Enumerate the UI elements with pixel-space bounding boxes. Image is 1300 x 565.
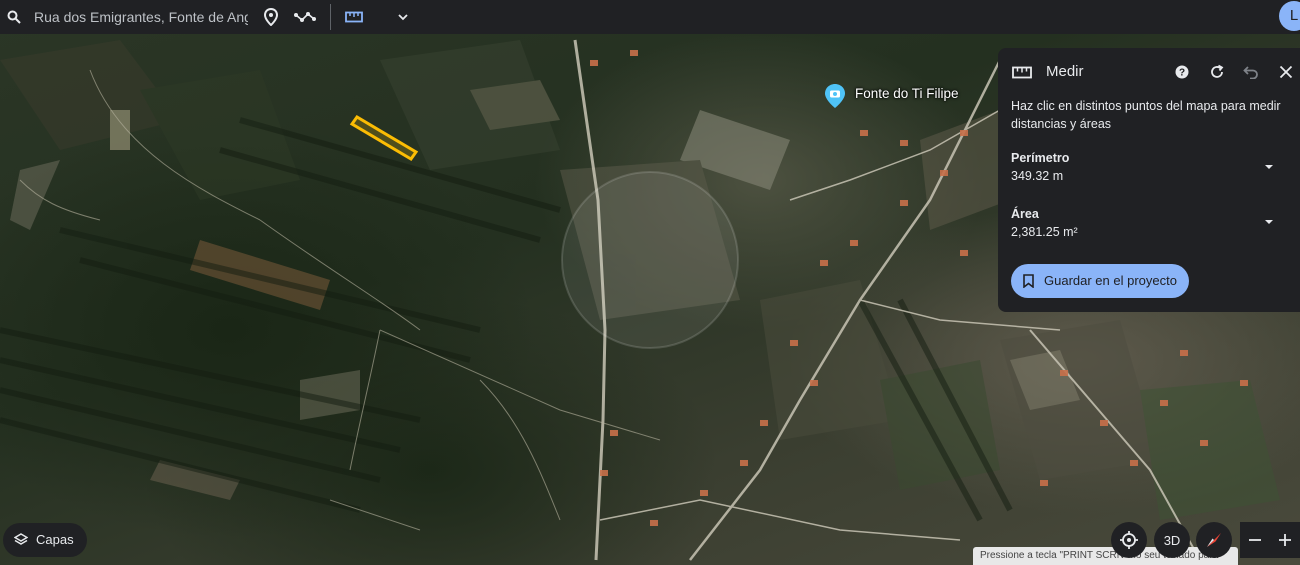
search-icon[interactable] (6, 0, 22, 34)
zoom-out-button[interactable] (1240, 522, 1270, 558)
measure-panel: Medir ? Haz clic en distintos puntos del… (998, 48, 1300, 312)
camera-pin-icon (825, 84, 845, 108)
layers-label: Capas (36, 532, 74, 547)
perimeter-label: Perímetro (1011, 151, 1070, 165)
ruler-icon[interactable] (344, 0, 364, 34)
help-icon[interactable]: ? (1170, 60, 1194, 84)
bookmark-icon (1023, 274, 1034, 288)
zoom-in-button[interactable] (1270, 522, 1300, 558)
save-to-project-button[interactable]: Guardar en el proyecto (1011, 264, 1189, 298)
plus-icon (1279, 534, 1291, 546)
minus-icon (1249, 539, 1261, 541)
view-3d-button[interactable]: 3D (1154, 522, 1190, 558)
top-bar: Rua dos Emigrantes, Fonte de Ang L (0, 0, 1300, 34)
undo-icon[interactable] (1239, 60, 1263, 84)
compass-icon (1207, 533, 1221, 547)
chevron-down-icon[interactable] (396, 0, 410, 34)
search-input[interactable]: Rua dos Emigrantes, Fonte de Ang (34, 0, 248, 34)
compass-button[interactable] (1196, 522, 1232, 558)
place-pin-icon[interactable] (262, 0, 280, 34)
toolbar-divider (330, 4, 331, 30)
crosshair-icon (1120, 531, 1138, 549)
area-value: 2,381.25 m² (1011, 225, 1078, 239)
save-to-project-label: Guardar en el proyecto (1044, 273, 1177, 288)
my-location-button[interactable] (1111, 522, 1147, 558)
place-name-label: Fonte do Ti Filipe (855, 86, 959, 101)
refresh-icon[interactable] (1205, 60, 1229, 84)
perimeter-expand-icon[interactable] (1262, 160, 1276, 174)
layers-icon (14, 533, 28, 545)
area-label: Área (1011, 207, 1039, 221)
panel-title: Medir (1046, 63, 1084, 80)
panel-description: Haz clic en distintos puntos del mapa pa… (1011, 99, 1281, 131)
route-icon[interactable] (293, 0, 317, 34)
perimeter-value: 349.32 m (1011, 169, 1064, 183)
user-avatar[interactable]: L (1279, 1, 1300, 31)
svg-text:?: ? (1179, 68, 1185, 79)
layers-button[interactable]: Capas (3, 523, 87, 557)
ruler-icon (1010, 60, 1034, 84)
area-expand-icon[interactable] (1262, 215, 1276, 229)
close-icon[interactable] (1274, 60, 1298, 84)
